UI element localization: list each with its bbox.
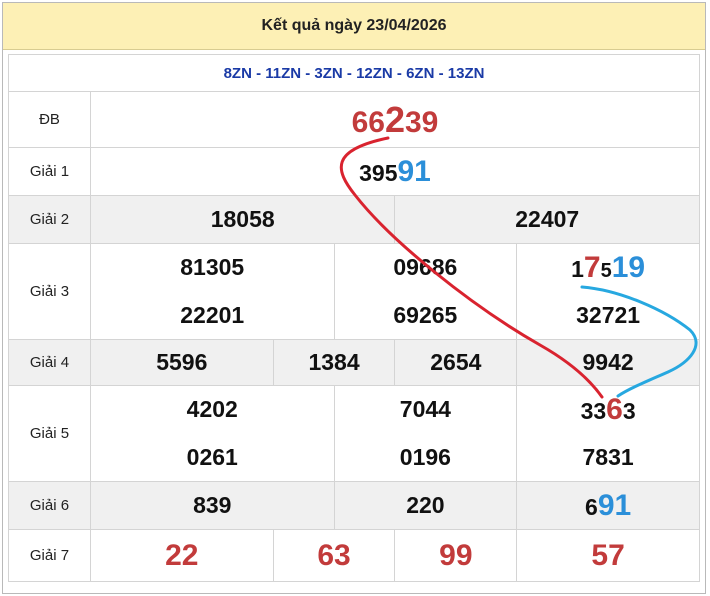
third-prize-1: 81305	[89, 243, 335, 292]
fourth-prize-4: 9942	[516, 339, 700, 386]
third-prize-3: 17519	[516, 243, 700, 292]
label-seventh: Giải 7	[8, 529, 91, 582]
first-prize-highlight: 91	[397, 154, 431, 188]
fifth-prize-3: 3363	[516, 385, 700, 434]
seventh-prize-3: 99	[394, 529, 518, 582]
sixth-prize-3-part: 6	[585, 493, 598, 520]
third-prize-2: 09686	[333, 243, 518, 292]
special-prize-part: 39	[405, 105, 439, 139]
sixth-prize-2: 220	[333, 481, 518, 530]
page-title: Kết quả ngày 23/04/2026	[3, 3, 705, 50]
seventh-prize-1: 22	[89, 529, 274, 582]
label-second: Giải 2	[8, 195, 91, 244]
third-prize-4: 22201	[89, 291, 335, 340]
sixth-prize-1: 839	[89, 481, 335, 530]
label-special: ĐB	[8, 91, 91, 148]
third-prize-3-part: 1	[571, 255, 584, 282]
fifth-prize-4: 0261	[89, 433, 335, 482]
seventh-prize-2: 63	[272, 529, 396, 582]
special-prize: 66239	[89, 91, 701, 148]
first-prize-part: 395	[359, 159, 398, 186]
second-prize-1: 18058	[89, 195, 396, 244]
fifth-prize-3-part: 33	[580, 397, 607, 424]
results-table: 8ZN - 11ZN - 3ZN - 12ZN - 6ZN - 13ZN ĐB …	[8, 54, 701, 582]
province-codes: 8ZN - 11ZN - 3ZN - 12ZN - 6ZN - 13ZN	[8, 54, 700, 92]
label-fourth: Giải 4	[8, 339, 91, 386]
sixth-prize-3: 691	[516, 481, 700, 530]
fifth-prize-5: 0196	[333, 433, 518, 482]
fifth-prize-3-highlight: 6	[606, 392, 623, 426]
label-third: Giải 3	[8, 243, 91, 340]
fifth-prize-3-part: 3	[622, 397, 636, 424]
third-prize-3-highlight: 19	[611, 250, 646, 284]
fourth-prize-1: 5596	[89, 339, 274, 386]
fifth-prize-1: 4202	[89, 385, 335, 434]
first-prize: 39591	[89, 147, 701, 196]
second-prize-2: 22407	[394, 195, 700, 244]
fifth-prize-6: 7831	[516, 433, 700, 482]
seventh-prize-4: 57	[516, 529, 700, 582]
label-sixth: Giải 6	[8, 481, 91, 530]
special-prize-highlight: 2	[384, 98, 405, 140]
third-prize-3-part: 5	[600, 259, 612, 282]
fifth-prize-2: 7044	[333, 385, 518, 434]
label-fifth: Giải 5	[8, 385, 91, 482]
fourth-prize-2: 1384	[272, 339, 396, 386]
special-prize-part: 66	[351, 105, 385, 139]
sixth-prize-3-highlight: 91	[597, 488, 632, 522]
fourth-prize-3: 2654	[394, 339, 518, 386]
third-prize-5: 69265	[333, 291, 518, 340]
third-prize-6: 32721	[516, 291, 700, 340]
third-prize-3-highlight: 7	[583, 250, 601, 284]
label-first: Giải 1	[8, 147, 91, 196]
